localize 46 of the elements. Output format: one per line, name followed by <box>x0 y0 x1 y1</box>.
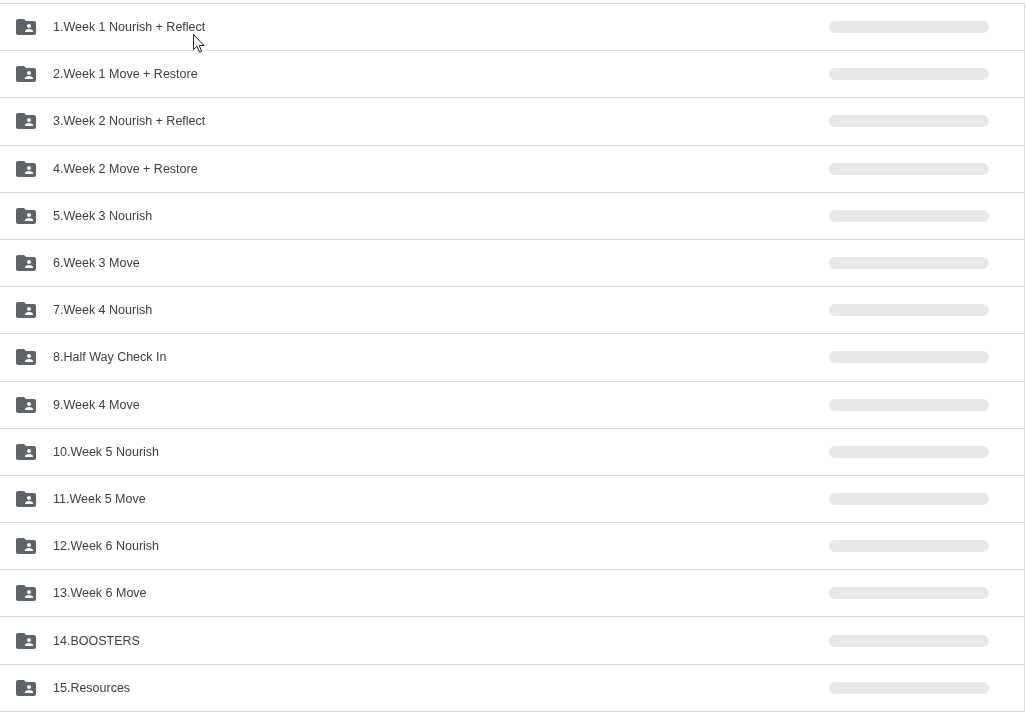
folder-name: 4.Week 2 Move + Restore <box>53 161 198 176</box>
shared-folder-icon <box>16 255 36 272</box>
folder-row[interactable]: 6.Week 3 Move <box>0 239 1024 288</box>
folder-row[interactable]: 10.Week 5 Nourish <box>0 428 1024 476</box>
folder-name: 7.Week 4 Nourish <box>53 303 153 318</box>
folder-name: 12.Week 6 Nourish <box>53 539 160 554</box>
folder-name: 14.BOOSTERS <box>53 633 140 648</box>
shared-folder-icon <box>16 490 36 507</box>
folder-row[interactable]: 9.Week 4 Move <box>0 381 1024 429</box>
mouse-pointer-icon <box>193 34 205 53</box>
folder-name: 13.Week 6 Move <box>53 586 147 601</box>
folder-row[interactable]: 13.Week 6 Move <box>0 570 1024 618</box>
folder-row[interactable]: 8.Half Way Check In <box>0 334 1024 382</box>
folder-row[interactable]: 7.Week 4 Nourish <box>0 287 1024 335</box>
shared-folder-icon <box>16 396 36 413</box>
shared-folder-icon <box>16 632 36 649</box>
shared-folder-icon <box>16 349 36 366</box>
shared-folder-icon <box>16 302 36 319</box>
folder-row[interactable]: 5.Week 3 Nourish <box>0 192 1024 240</box>
folder-row[interactable]: 15.Resources <box>0 664 1024 712</box>
shared-folder-icon <box>16 160 36 177</box>
folder-name: 5.Week 3 Nourish <box>53 208 153 223</box>
folder-row[interactable]: 2.Week 1 Move + Restore <box>0 51 1024 99</box>
folder-row[interactable]: 14.BOOSTERS <box>0 617 1024 665</box>
folder-name: 6.Week 3 Move <box>53 256 140 271</box>
folder-name: 9.Week 4 Move <box>53 397 140 412</box>
shared-folder-icon <box>16 19 36 36</box>
shared-folder-icon <box>16 585 36 602</box>
folder-row[interactable]: 3.Week 2 Nourish + Reflect <box>0 98 1024 146</box>
folder-name: 2.Week 1 Move + Restore <box>53 67 198 82</box>
folder-row[interactable]: 1.Week 1 Nourish + Reflect <box>0 4 1024 52</box>
folder-name: 3.Week 2 Nourish + Reflect <box>53 114 206 129</box>
shared-folder-icon <box>16 207 36 224</box>
shared-folder-icon <box>16 443 36 460</box>
shared-folder-icon <box>16 113 36 130</box>
folder-name: 1.Week 1 Nourish + Reflect <box>53 20 206 35</box>
folder-name: 11.Week 5 Move <box>53 491 146 506</box>
folder-row[interactable]: 11.Week 5 Move <box>0 475 1024 524</box>
shared-folder-icon <box>16 538 36 555</box>
folder-name: 8.Half Way Check In <box>53 350 167 365</box>
shared-folder-icon <box>16 66 36 83</box>
folder-row[interactable]: 4.Week 2 Move + Restore <box>0 145 1024 193</box>
folder-name: 15.Resources <box>53 680 131 695</box>
shared-folder-icon <box>16 679 36 696</box>
folder-row[interactable]: 12.Week 6 Nourish <box>0 523 1024 571</box>
folder-name: 10.Week 5 Nourish <box>53 444 160 459</box>
